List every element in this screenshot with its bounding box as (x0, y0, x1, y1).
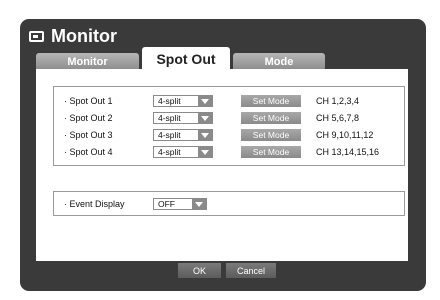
split-select[interactable]: 4-split (153, 95, 213, 107)
chevron-down-icon[interactable] (198, 130, 212, 140)
tab-content-panel: · Spot Out 1 4-split Set Mode CH 1,2,3,4… (36, 69, 408, 261)
chevron-down-icon[interactable] (198, 147, 212, 157)
spot-out-label: · Spot Out 3 (64, 130, 113, 140)
event-display-group: · Event Display OFF (53, 191, 405, 216)
chevron-down-icon[interactable] (198, 113, 212, 123)
chevron-down-icon[interactable] (198, 96, 212, 106)
set-mode-button[interactable]: Set Mode (241, 95, 301, 107)
event-display-row: · Event Display OFF (54, 198, 404, 211)
channel-list: CH 9,10,11,12 (316, 130, 374, 140)
spot-out-row: · Spot Out 2 4-split Set Mode CH 5,6,7,8 (54, 112, 404, 125)
set-mode-button[interactable]: Set Mode (241, 146, 301, 158)
channel-list: CH 1,2,3,4 (316, 96, 360, 106)
spot-out-group: · Spot Out 1 4-split Set Mode CH 1,2,3,4… (53, 86, 405, 166)
tab-bar: Monitor Spot Out Mode (36, 47, 326, 70)
spot-out-label: · Spot Out 1 (64, 96, 113, 106)
dialog-title: Monitor (51, 25, 117, 46)
split-select[interactable]: 4-split (153, 112, 213, 124)
screen: Monitor Monitor Spot Out Mode · Spot Out… (0, 0, 440, 300)
split-select[interactable]: 4-split (153, 146, 213, 158)
spot-out-label: · Spot Out 2 (64, 113, 113, 123)
set-mode-button[interactable]: Set Mode (241, 112, 301, 124)
split-select[interactable]: 4-split (153, 129, 213, 141)
spot-out-row: · Spot Out 1 4-split Set Mode CH 1,2,3,4 (54, 95, 404, 108)
ok-button[interactable]: OK (178, 263, 221, 278)
channel-list: CH 13,14,15,16 (316, 147, 380, 157)
tab-spot-out[interactable]: Spot Out (142, 47, 230, 70)
tab-mode[interactable]: Mode (233, 53, 325, 70)
monitor-icon (29, 30, 44, 42)
set-mode-button[interactable]: Set Mode (241, 129, 301, 141)
spot-out-label: · Spot Out 4 (64, 147, 113, 157)
spot-out-row: · Spot Out 4 4-split Set Mode CH 13,14,1… (54, 146, 404, 159)
monitor-dialog: Monitor Monitor Spot Out Mode · Spot Out… (20, 19, 426, 291)
dialog-footer: OK Cancel (36, 261, 408, 281)
cancel-button[interactable]: Cancel (226, 263, 276, 278)
split-value: 4-split (158, 113, 181, 123)
split-value: 4-split (158, 147, 181, 157)
chevron-down-icon[interactable] (192, 199, 206, 209)
event-display-label: · Event Display (64, 199, 125, 209)
split-value: 4-split (158, 96, 181, 106)
channel-list: CH 5,6,7,8 (316, 113, 360, 123)
spot-out-row: · Spot Out 3 4-split Set Mode CH 9,10,11… (54, 129, 404, 142)
split-value: 4-split (158, 130, 181, 140)
tab-monitor[interactable]: Monitor (36, 53, 139, 70)
event-display-select[interactable]: OFF (153, 198, 207, 210)
dialog-title-bar: Monitor (29, 24, 117, 48)
event-display-value: OFF (158, 199, 175, 209)
